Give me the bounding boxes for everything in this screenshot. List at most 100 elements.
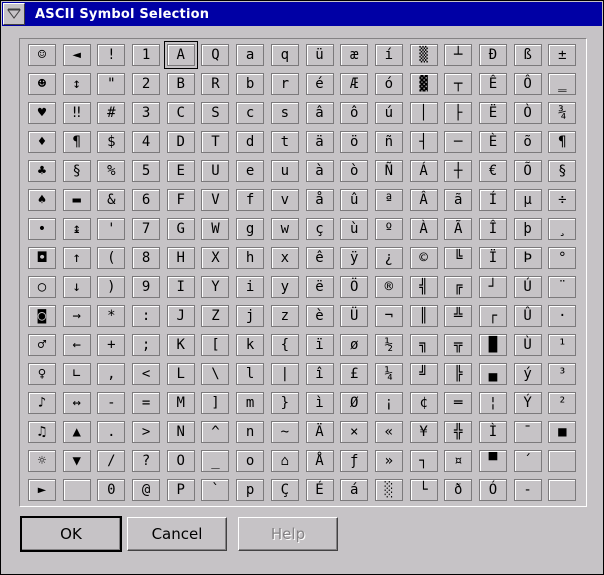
symbol-cell[interactable]: Ð	[478, 44, 507, 66]
symbol-cell[interactable]: ý	[513, 363, 542, 385]
symbol-cell[interactable]: ∟	[62, 363, 91, 385]
symbol-cell[interactable]: X	[201, 247, 230, 269]
symbol-cell[interactable]: ¿	[374, 247, 403, 269]
symbol-cell[interactable]: Ú	[513, 276, 542, 298]
symbol-cell[interactable]: ↑	[62, 247, 91, 269]
symbol-cell[interactable]: ♣	[28, 160, 56, 182]
symbol-cell[interactable]: ü	[305, 44, 334, 66]
symbol-cell[interactable]: ♂	[28, 334, 56, 356]
symbol-cell[interactable]	[62, 479, 91, 501]
symbol-cell[interactable]: L	[166, 363, 195, 385]
symbol-cell[interactable]: Y	[201, 276, 230, 298]
symbol-cell[interactable]: !	[97, 44, 126, 66]
symbol-cell[interactable]: ◙	[28, 305, 56, 327]
symbol-cell[interactable]: ╝	[409, 363, 438, 385]
symbol-cell[interactable]: c	[236, 102, 265, 124]
symbol-cell[interactable]: ³	[548, 363, 577, 385]
symbol-cell[interactable]: |	[270, 363, 299, 385]
system-menu-button[interactable]	[3, 3, 25, 25]
symbol-cell[interactable]: [	[201, 334, 230, 356]
symbol-cell[interactable]: u	[270, 160, 299, 182]
symbol-cell[interactable]: Ï	[478, 247, 507, 269]
symbol-cell[interactable]: «	[374, 421, 403, 443]
symbol-cell[interactable]: 4	[132, 131, 161, 153]
symbol-cell[interactable]: õ	[513, 131, 542, 153]
symbol-cell[interactable]: Ø	[340, 392, 369, 414]
symbol-cell[interactable]: Õ	[513, 160, 542, 182]
symbol-cell[interactable]: ï	[305, 334, 334, 356]
symbol-cell[interactable]: »	[374, 450, 403, 472]
symbol-cell[interactable]: 5	[132, 160, 161, 182]
symbol-cell[interactable]: D	[166, 131, 195, 153]
symbol-cell[interactable]: ò	[340, 160, 369, 182]
symbol-cell[interactable]: •	[28, 218, 56, 240]
symbol-cell[interactable]: o	[236, 450, 265, 472]
symbol-cell[interactable]: Â	[409, 189, 438, 211]
symbol-cell[interactable]: l	[236, 363, 265, 385]
symbol-cell[interactable]: ╩	[444, 305, 473, 327]
symbol-cell[interactable]: ☺	[28, 44, 56, 66]
symbol-cell[interactable]: 1	[132, 44, 161, 66]
symbol-cell[interactable]: e	[236, 160, 265, 182]
symbol-cell[interactable]: `	[201, 479, 230, 501]
symbol-cell[interactable]: @	[132, 479, 161, 501]
symbol-cell[interactable]: $	[97, 131, 126, 153]
symbol-cell[interactable]: ╚	[444, 247, 473, 269]
symbol-cell[interactable]: w	[270, 218, 299, 240]
symbol-cell[interactable]: ;	[132, 334, 161, 356]
symbol-cell[interactable]: ©	[409, 247, 438, 269]
symbol-cell[interactable]: ▒	[409, 44, 438, 66]
symbol-cell[interactable]: │	[409, 102, 438, 124]
symbol-cell[interactable]: ^	[201, 421, 230, 443]
symbol-cell[interactable]: K	[166, 334, 195, 356]
symbol-cell[interactable]: x	[270, 247, 299, 269]
symbol-cell[interactable]: y	[270, 276, 299, 298]
symbol-cell[interactable]: ?	[132, 450, 161, 472]
symbol-cell[interactable]: ┼	[444, 160, 473, 182]
symbol-cell[interactable]: U	[201, 160, 230, 182]
symbol-cell[interactable]: ê	[305, 247, 334, 269]
symbol-cell[interactable]: p	[236, 479, 265, 501]
symbol-cell[interactable]: ä	[305, 131, 334, 153]
symbol-cell[interactable]: ‼	[62, 102, 91, 124]
symbol-cell[interactable]: ¤	[444, 450, 473, 472]
symbol-cell[interactable]: G	[166, 218, 195, 240]
symbol-cell[interactable]: g	[236, 218, 265, 240]
symbol-cell[interactable]: ▄	[478, 363, 507, 385]
symbol-cell[interactable]: _	[201, 450, 230, 472]
symbol-cell[interactable]: ─	[444, 131, 473, 153]
symbol-cell[interactable]: ·	[548, 305, 577, 327]
symbol-cell[interactable]: Ù	[513, 334, 542, 356]
symbol-cell[interactable]: ,	[97, 363, 126, 385]
symbol-cell[interactable]: Q	[201, 44, 230, 66]
symbol-cell[interactable]: €	[478, 160, 507, 182]
symbol-cell[interactable]: ÷	[548, 189, 577, 211]
symbol-cell[interactable]: <	[132, 363, 161, 385]
symbol-cell[interactable]: E	[166, 160, 195, 182]
symbol-cell[interactable]: i	[236, 276, 265, 298]
symbol-cell[interactable]: -	[513, 479, 542, 501]
symbol-cell[interactable]: N	[166, 421, 195, 443]
symbol-cell[interactable]: è	[305, 305, 334, 327]
symbol-cell[interactable]: ┌	[478, 305, 507, 327]
symbol-cell[interactable]: ←	[62, 334, 91, 356]
symbol-cell[interactable]: å	[305, 189, 334, 211]
symbol-cell[interactable]: ♫	[28, 421, 56, 443]
symbol-cell[interactable]: ô	[340, 102, 369, 124]
symbol-cell[interactable]: ¾	[548, 102, 577, 124]
symbol-cell[interactable]: ¼	[374, 363, 403, 385]
symbol-cell[interactable]: →	[62, 305, 91, 327]
symbol-cell[interactable]: ↓	[62, 276, 91, 298]
symbol-cell[interactable]: m	[236, 392, 265, 414]
symbol-cell[interactable]: r	[270, 73, 299, 95]
symbol-cell[interactable]: º	[374, 218, 403, 240]
symbol-cell[interactable]: ª	[374, 189, 403, 211]
symbol-cell[interactable]: ã	[444, 189, 473, 211]
symbol-cell[interactable]: þ	[513, 218, 542, 240]
symbol-cell[interactable]: ╬	[444, 421, 473, 443]
symbol-cell[interactable]: ö	[340, 131, 369, 153]
symbol-cell[interactable]: À	[409, 218, 438, 240]
symbol-cell[interactable]: ¯	[513, 421, 542, 443]
symbol-cell[interactable]: ☻	[28, 73, 56, 95]
symbol-cell[interactable]: J	[166, 305, 195, 327]
